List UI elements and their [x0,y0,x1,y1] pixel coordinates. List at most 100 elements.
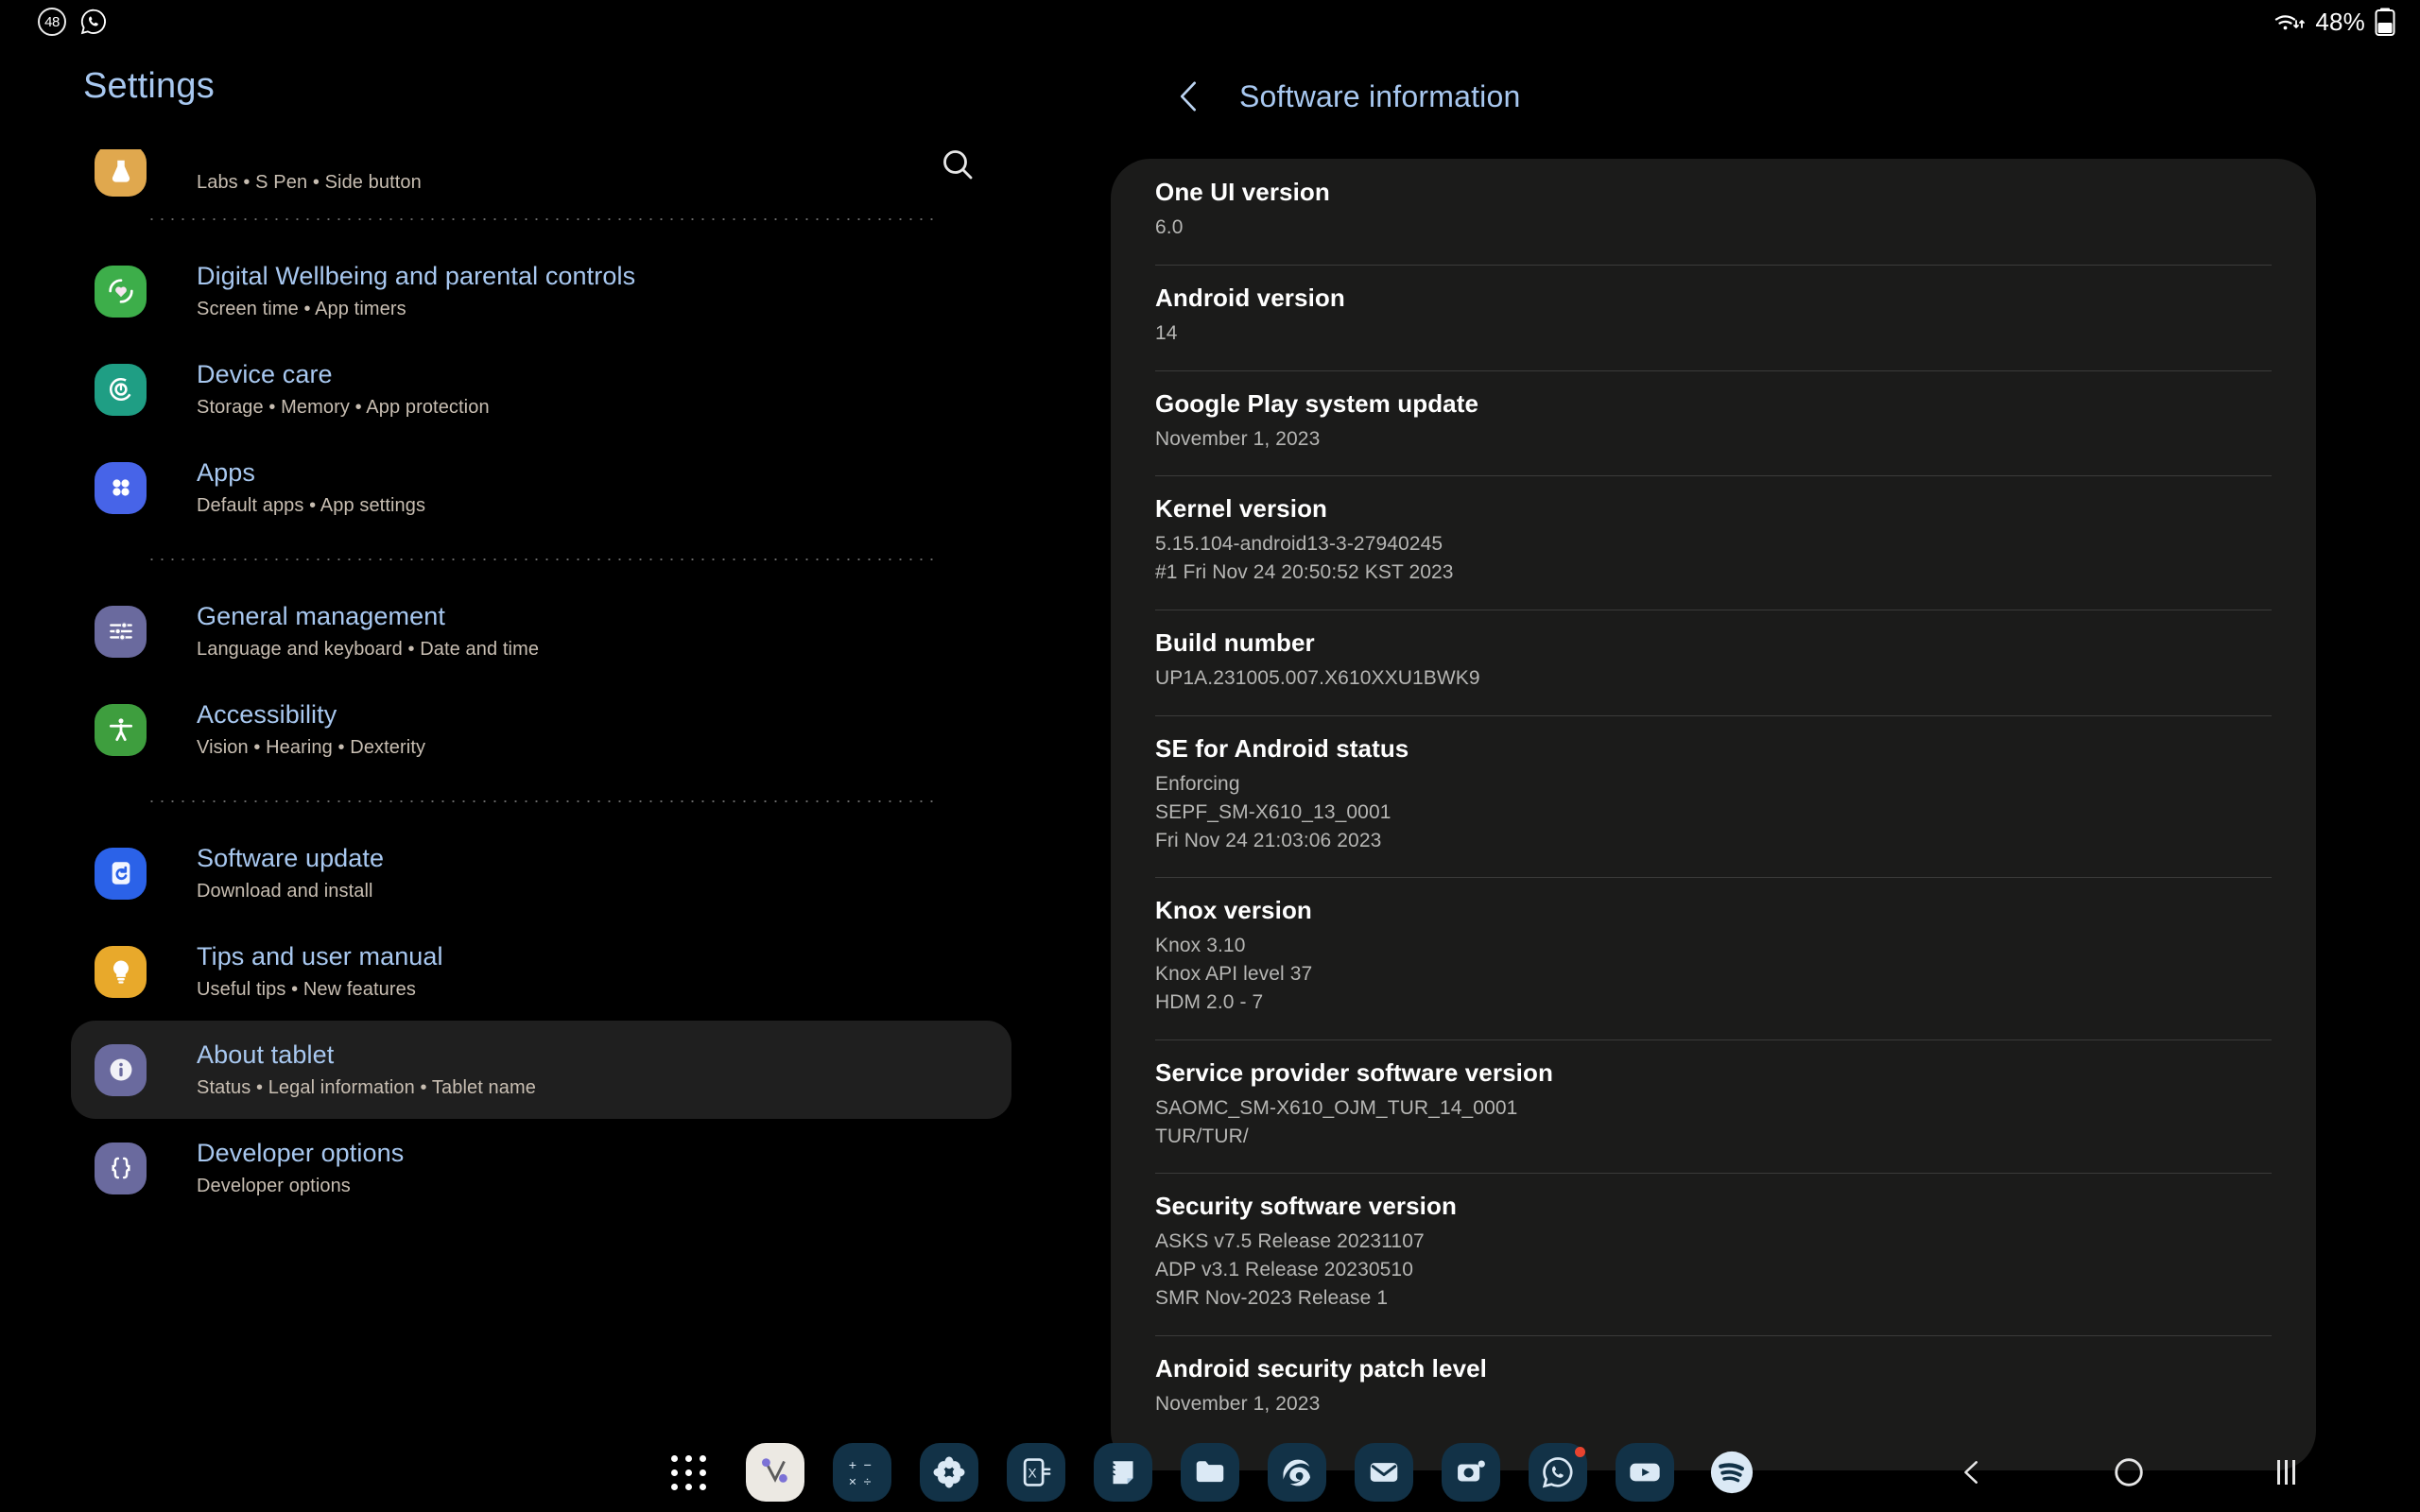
notification-count-label: 48 [44,14,60,30]
back-button[interactable] [1163,70,1216,123]
notes-app[interactable] [1094,1443,1152,1502]
sidebar-item-accessibility[interactable]: AccessibilityVision • Hearing • Dexterit… [71,680,1011,779]
device-care-icon [95,364,147,416]
nav-back-button[interactable] [1949,1450,1995,1495]
sidebar-item-text: AppsDefault apps • App settings [197,455,425,520]
sliders-icon [95,606,147,658]
sidebar-item-subtitle: Default apps • App settings [197,491,425,520]
software-information-header: Software information [1068,43,2420,149]
section-divider [147,558,938,560]
apps-grid-icon [95,462,147,514]
samsung-notes-graph-app[interactable] [746,1443,804,1502]
taskbar[interactable]: +−×÷X [0,1433,2420,1512]
chevron-left-icon [1957,1457,1987,1487]
galaxy-store-app[interactable] [920,1443,978,1502]
info-row[interactable]: One UI version 6.0 [1155,159,2272,265]
sidebar-item-text: AccessibilityVision • Hearing • Dexterit… [197,697,425,762]
info-row-value: 6.0 [1155,214,2272,242]
info-row[interactable]: Build number UP1A.231005.007.X610XXU1BWK9 [1155,610,2272,715]
calculator-app[interactable]: +−×÷ [833,1443,891,1502]
my-files-app[interactable] [1181,1443,1239,1502]
sidebar-item-subtitle: Useful tips • New features [197,975,443,1004]
expert-raw-app[interactable]: X [1007,1443,1065,1502]
sidebar-item-developer-options[interactable]: Developer optionsDeveloper options [71,1119,1011,1217]
navigation-buttons[interactable] [1949,1450,2308,1495]
info-icon [95,1044,147,1096]
info-row[interactable]: SE for Android status Enforcing SEPF_SM-X… [1155,715,2272,877]
info-row[interactable]: Knox versionKnox 3.10 Knox API level 37 … [1155,877,2272,1039]
sidebar-item-samsung-labs[interactable]: Labs • S Pen • Side button [71,149,1011,197]
sidebar-item-label: Device care [197,357,490,391]
spotify-app[interactable] [1703,1443,1761,1502]
accessibility-person-icon [95,704,147,756]
sidebar-item-label: General management [197,599,539,633]
section-divider [147,218,938,220]
sidebar-item-subtitle: Download and install [197,877,384,905]
sidebar-item-subtitle: Language and keyboard • Date and time [197,635,539,663]
info-row[interactable]: Security software versionASKS v7.5 Relea… [1155,1173,2272,1334]
sidebar-item-label: Tips and user manual [197,939,443,973]
software-information-card[interactable]: One UI version6.0Android version14Google… [1111,159,2316,1470]
nav-recents-button[interactable] [2263,1450,2308,1495]
info-row-title: Android security patch level [1155,1354,2272,1383]
info-row-title: SE for Android status [1155,734,2272,764]
sidebar-item-apps[interactable]: AppsDefault apps • App settings [71,438,1011,537]
info-row-title: Service provider software version [1155,1058,2272,1088]
sidebar-item-text: Software updateDownload and install [197,841,384,905]
svg-text:×: × [849,1474,856,1489]
wellbeing-heart-icon [95,266,147,318]
software-information-pane: Software information One UI version 6.0 An… [1068,43,2420,1433]
info-row[interactable]: Android security patch level November 1, … [1155,1335,2272,1441]
sidebar-item-text: Developer optionsDeveloper options [197,1136,404,1200]
labs-icon [95,149,147,197]
settings-sidebar[interactable]: Settings Labs • S Pen • Side buttonDigit… [0,43,1068,1433]
whatsapp-icon [79,8,108,36]
svg-text:÷: ÷ [864,1474,872,1489]
sidebar-item-text: General managementLanguage and keyboard … [197,599,539,663]
sidebar-item-general-management[interactable]: General managementLanguage and keyboard … [71,582,1011,680]
email-app[interactable] [1355,1443,1413,1502]
info-row-value: Knox 3.10 Knox API level 37 HDM 2.0 - 7 [1155,932,2272,1016]
taskbar-app-list[interactable]: +−×÷X [659,1443,1761,1502]
info-row-value: November 1, 2023 [1155,1390,2272,1418]
notification-badge-dot [1575,1447,1585,1457]
camera-app[interactable] [1442,1443,1500,1502]
info-row-title: Build number [1155,628,2272,658]
info-row-value: SAOMC_SM-X610_OJM_TUR_14_0001 TUR/TUR/ [1155,1094,2272,1151]
circle-icon [2113,1456,2145,1488]
notification-count-icon: 48 [38,8,66,36]
info-row-title: Security software version [1155,1192,2272,1221]
info-row[interactable]: Service provider software version SAOMC_S… [1155,1040,2272,1174]
info-row[interactable]: Google Play system updateNovember 1, 202… [1155,370,2272,476]
youtube-app[interactable] [1616,1443,1674,1502]
sidebar-item-tips-and-user-manual[interactable]: Tips and user manualUseful tips • New fe… [71,922,1011,1021]
sidebar-item-device-care[interactable]: Device careStorage • Memory • App protec… [71,340,1011,438]
sidebar-item-text: About tabletStatus • Legal information •… [197,1038,536,1102]
edge-browser-app[interactable] [1268,1443,1326,1502]
info-row-title: Google Play system update [1155,389,2272,419]
info-row-title: One UI version [1155,178,2272,207]
info-row-value: Enforcing SEPF_SM-X610_13_0001 Fri Nov 2… [1155,770,2272,854]
nav-home-button[interactable] [2106,1450,2152,1495]
sidebar-item-subtitle: Developer options [197,1172,404,1200]
software-update-icon [95,848,147,900]
info-row-title: Kernel version [1155,494,2272,524]
sidebar-item-software-update[interactable]: Software updateDownload and install [71,824,1011,922]
sidebar-item-label: About tablet [197,1038,536,1072]
sidebar-item-label: Apps [197,455,425,490]
app-drawer[interactable] [659,1443,717,1502]
info-row-value: 14 [1155,319,2272,348]
sidebar-item-text: Tips and user manualUseful tips • New fe… [197,939,443,1004]
braces-icon [95,1143,147,1194]
whatsapp-app[interactable] [1529,1443,1587,1502]
info-row[interactable]: Kernel version5.15.104-android13-3-27940… [1155,475,2272,610]
status-bar: 48 48% [0,0,2420,43]
sidebar-item-subtitle: Status • Legal information • Tablet name [197,1074,536,1102]
sidebar-item-digital-wellbeing[interactable]: Digital Wellbeing and parental controlsS… [71,242,1011,340]
sidebar-item-label: Software update [197,841,384,875]
info-row-value: UP1A.231005.007.X610XXU1BWK9 [1155,664,2272,693]
info-row[interactable]: Android version14 [1155,265,2272,370]
settings-list[interactable]: Labs • S Pen • Side button Digital Wellbe… [0,149,1068,1217]
svg-text:+: + [849,1458,856,1473]
sidebar-item-about-tablet[interactable]: About tabletStatus • Legal information •… [71,1021,1011,1119]
